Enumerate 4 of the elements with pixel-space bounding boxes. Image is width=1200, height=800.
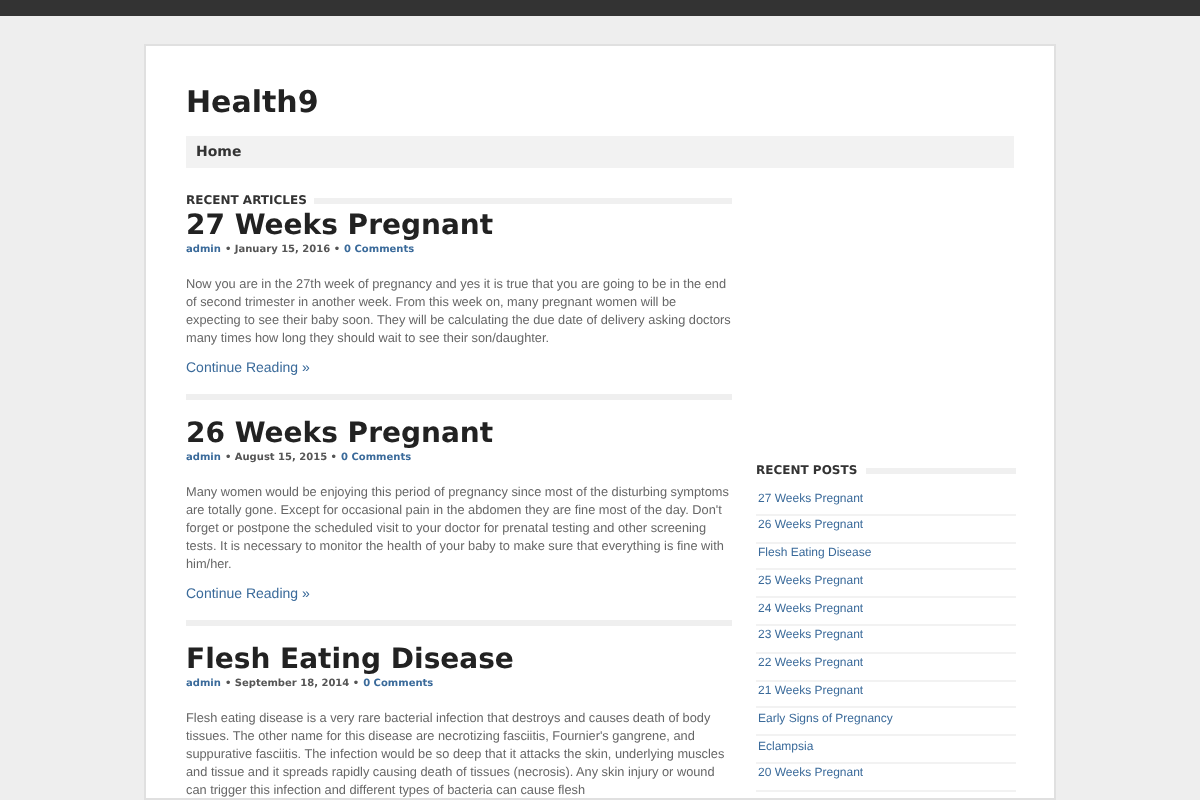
- site-title[interactable]: Health9: [186, 82, 1014, 122]
- post-title[interactable]: Flesh Eating Disease: [186, 644, 732, 678]
- post-title[interactable]: 26 Weeks Pregnant: [186, 418, 732, 452]
- post-title[interactable]: 27 Weeks Pregnant: [186, 210, 732, 244]
